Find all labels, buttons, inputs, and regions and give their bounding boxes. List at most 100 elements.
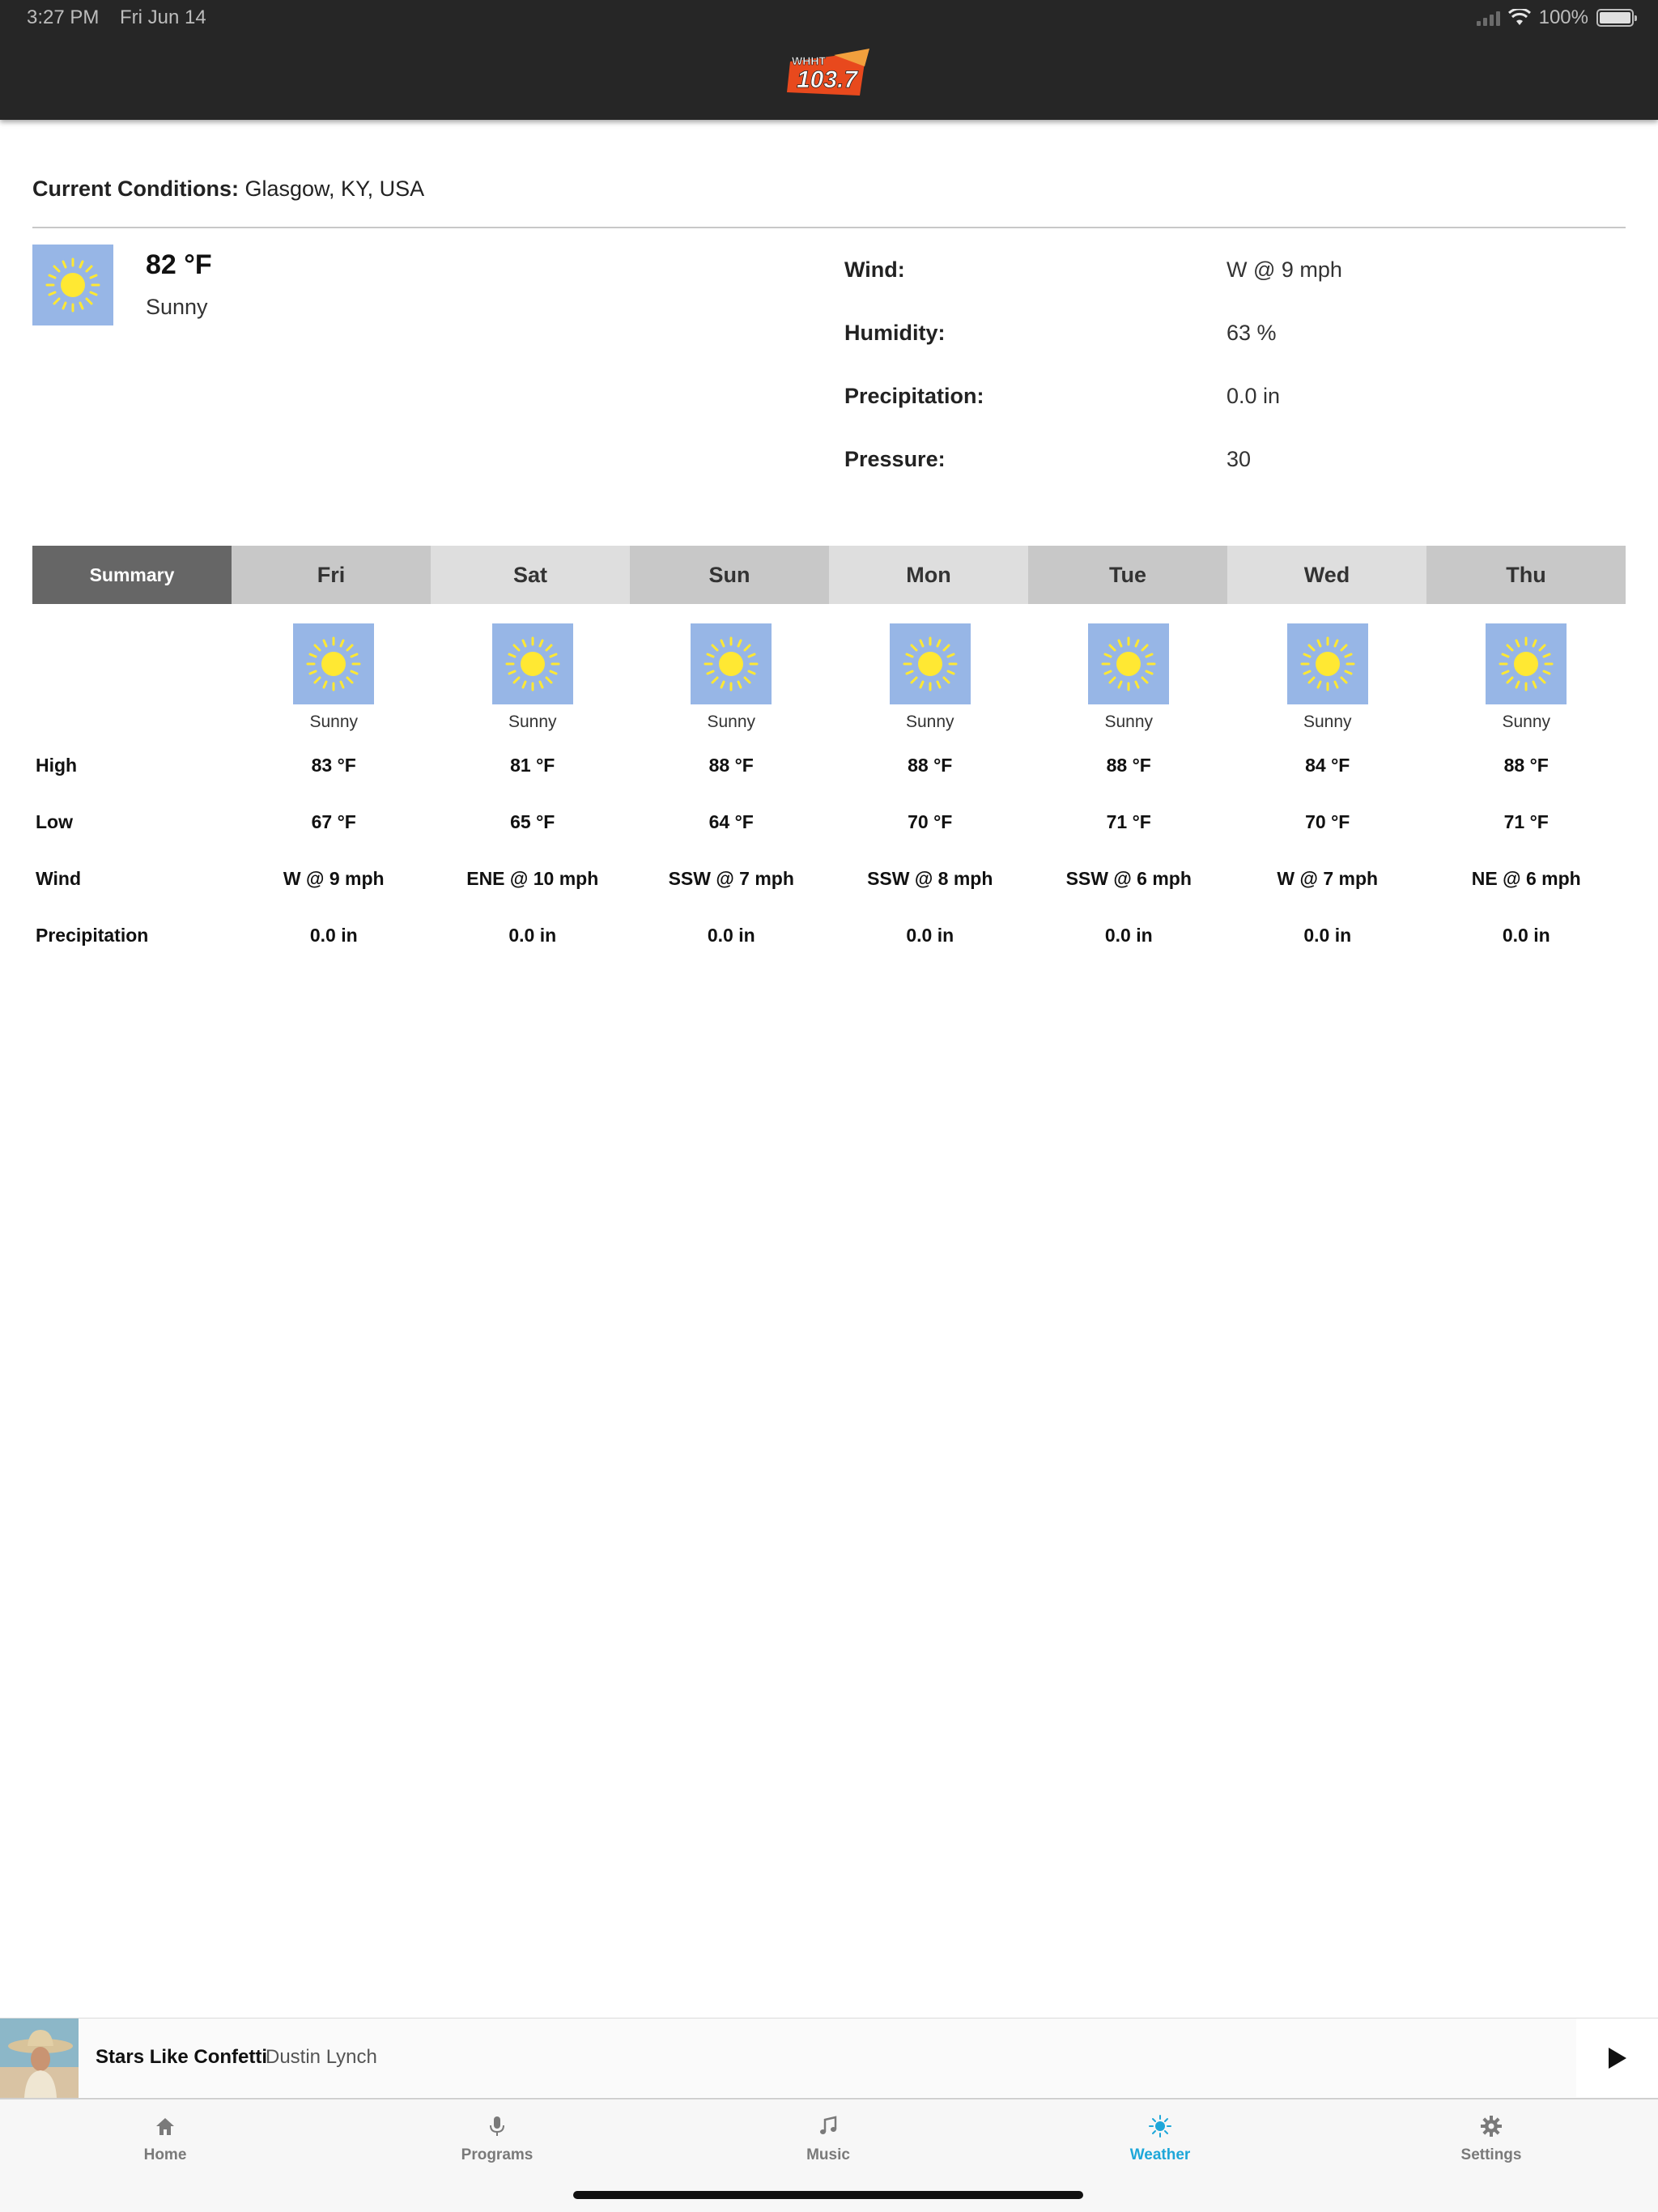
precip-value: 0.0 in [309, 924, 358, 946]
detail-row-pressure: Pressure: 30 [844, 447, 1626, 510]
now-playing-bar[interactable]: Stars Like Confetti Dustin Lynch [0, 2018, 1658, 2098]
low-temp: 65 °F [510, 810, 555, 832]
forecast-day-cell: Sunny [1030, 623, 1229, 737]
detail-value: 30 [1226, 447, 1252, 471]
tab-thu[interactable]: Thu [1426, 546, 1626, 604]
row-label-low: Low [36, 810, 73, 832]
current-conditions-heading: Current Conditions: Glasgow, KY, USA [32, 177, 424, 202]
sun-icon [293, 623, 374, 704]
forecast-precip-row: Precipitation 0.0 in 0.0 in 0.0 in 0.0 i… [32, 907, 1626, 963]
detail-label: Precipitation: [844, 384, 984, 408]
detail-value: 0.0 in [1226, 384, 1281, 408]
forecast-high-row: High 83 °F 81 °F 88 °F 88 °F 88 °F 84 °F… [32, 737, 1626, 793]
current-conditions-label: Current Conditions: [32, 177, 239, 201]
high-temp: 88 °F [708, 754, 754, 776]
music-note-icon [820, 2116, 837, 2134]
precip-value: 0.0 in [1502, 924, 1550, 946]
sun-icon [1486, 623, 1567, 704]
forecast-wind-row: Wind W @ 9 mph ENE @ 10 mph SSW @ 7 mph … [32, 850, 1626, 907]
tab-settings[interactable]: Settings [1410, 2114, 1572, 2164]
forecast-condition: Sunny [1502, 713, 1551, 731]
forecast-low-row: Low 67 °F 65 °F 64 °F 70 °F 71 °F 70 °F … [32, 793, 1626, 850]
cellular-signal-icon [1476, 10, 1500, 26]
tab-label: Programs [461, 2146, 534, 2163]
battery-icon [1596, 9, 1637, 27]
sun-icon [1088, 623, 1169, 704]
high-temp: 83 °F [311, 754, 356, 776]
tab-tue[interactable]: Tue [1028, 546, 1227, 604]
detail-value: W @ 9 mph [1226, 257, 1342, 282]
low-temp: 67 °F [311, 810, 356, 832]
wind-value: SSW @ 6 mph [1065, 867, 1192, 889]
tab-weather[interactable]: Weather [1079, 2114, 1241, 2164]
row-label-precipitation: Precipitation [36, 924, 149, 946]
precip-value: 0.0 in [707, 924, 755, 946]
detail-label: Wind: [844, 257, 905, 282]
logo-text-top: WHHT [792, 54, 826, 67]
wind-value: NE @ 6 mph [1471, 867, 1581, 889]
logo-text-main: 103.7 [797, 66, 858, 93]
forecast-condition: Sunny [905, 713, 954, 731]
row-label-high: High [36, 754, 78, 776]
detail-row-precipitation: Precipitation: 0.0 in [844, 384, 1626, 447]
precip-value: 0.0 in [1104, 924, 1153, 946]
album-art [0, 2018, 79, 2098]
tab-sun[interactable]: Sun [630, 546, 829, 604]
forecast-condition: Sunny [1104, 713, 1154, 731]
forecast-icons-row: Sunny Sunny Sunny Sunny Sunny Sunny Sunn… [32, 623, 1626, 737]
wifi-icon [1507, 9, 1531, 25]
forecast-day-cell: Sunny [1427, 623, 1626, 737]
forecast-condition: Sunny [707, 713, 756, 731]
forecast-condition: Sunny [309, 713, 359, 731]
sun-icon [890, 623, 971, 704]
current-condition: Sunny [146, 295, 208, 319]
tab-summary[interactable]: Summary [32, 546, 232, 604]
low-temp: 70 °F [1305, 810, 1350, 832]
wind-value: ENE @ 10 mph [466, 867, 599, 889]
current-temperature: 82 °F [146, 249, 212, 280]
forecast-tabs: Summary Fri Sat Sun Mon Tue Wed Thu [32, 546, 1626, 604]
station-logo[interactable]: WHHT 103.7 [785, 47, 873, 100]
detail-row-humidity: Humidity: 63 % [844, 321, 1626, 384]
divider [32, 227, 1626, 228]
play-icon [1608, 2048, 1626, 2069]
sun-icon [1149, 2115, 1171, 2138]
forecast-day-cell: Sunny [235, 623, 434, 737]
forecast-condition: Sunny [1303, 713, 1352, 731]
current-location: Glasgow, KY, USA [244, 177, 425, 201]
high-temp: 81 °F [510, 754, 555, 776]
high-temp: 88 °F [908, 754, 953, 776]
tab-mon[interactable]: Mon [829, 546, 1028, 604]
sun-icon [492, 623, 573, 704]
tab-fri[interactable]: Fri [232, 546, 431, 604]
now-playing-artist: Dustin Lynch [266, 2046, 377, 2068]
tab-music[interactable]: Music [747, 2114, 909, 2164]
forecast-day-cell: Sunny [632, 623, 831, 737]
wind-value: SSW @ 7 mph [668, 867, 794, 889]
status-indicators: 100% [1476, 6, 1637, 29]
wind-value: W @ 7 mph [1277, 867, 1379, 889]
home-icon [156, 2118, 174, 2135]
battery-percent: 100% [1538, 6, 1588, 28]
forecast-day-cell: Sunny [831, 623, 1030, 737]
detail-value: 63 % [1226, 321, 1277, 345]
now-playing-title: Stars Like Confetti [96, 2046, 268, 2068]
high-temp: 88 °F [1503, 754, 1549, 776]
current-details: Wind: W @ 9 mph Humidity: 63 % Precipita… [844, 257, 1626, 510]
tab-label: Weather [1129, 2146, 1191, 2163]
high-temp: 88 °F [1106, 754, 1151, 776]
row-label-wind: Wind [36, 867, 81, 889]
microphone-icon [490, 2116, 504, 2136]
tab-wed[interactable]: Wed [1227, 546, 1426, 604]
tab-label: Home [143, 2146, 187, 2163]
tab-programs[interactable]: Programs [416, 2114, 578, 2164]
tab-sat[interactable]: Sat [431, 546, 630, 604]
play-button[interactable] [1576, 2018, 1658, 2098]
precip-value: 0.0 in [1303, 924, 1352, 946]
wind-value: SSW @ 8 mph [867, 867, 993, 889]
tab-home[interactable]: Home [84, 2114, 246, 2164]
sun-icon [691, 623, 772, 704]
home-indicator[interactable] [573, 2191, 1083, 2199]
low-temp: 70 °F [908, 810, 953, 832]
low-temp: 64 °F [708, 810, 754, 832]
